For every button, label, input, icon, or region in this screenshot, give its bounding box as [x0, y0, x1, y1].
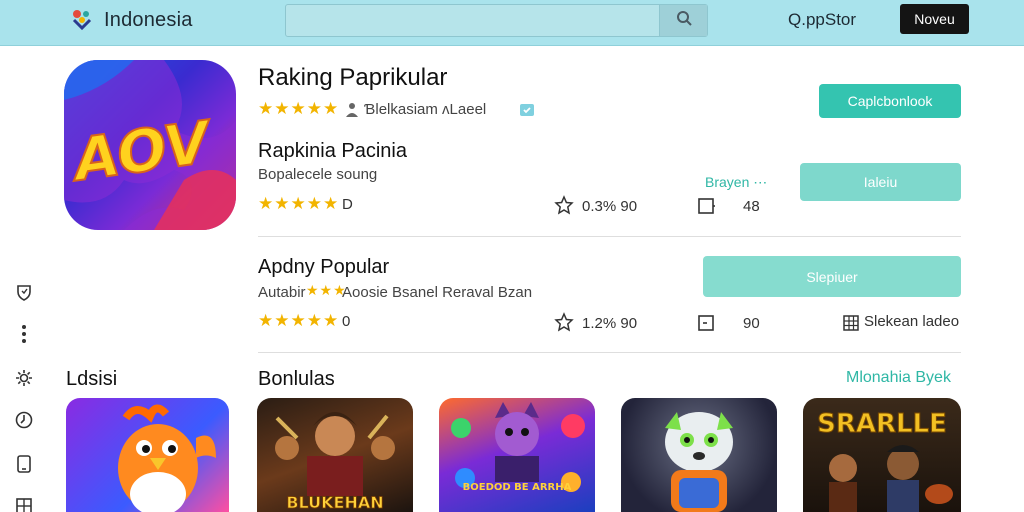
- row2-rating-value: 0: [342, 313, 351, 330]
- row1-stat1: 0.3% 90: [582, 198, 638, 215]
- app-store-link[interactable]: Q.ppStor: [788, 10, 856, 30]
- tablet-icon[interactable]: [12, 452, 36, 476]
- app-thumbnail[interactable]: BLUKEHAN: [257, 398, 413, 512]
- brand-name: Indonesia: [104, 8, 193, 31]
- row1-title[interactable]: Rapkinia Pacinia: [258, 140, 407, 163]
- row1-stat2: 48: [743, 198, 760, 215]
- row2-stat2: 90: [743, 315, 760, 332]
- search-input[interactable]: [285, 4, 708, 37]
- row2-rating-stars: ★★★★★: [258, 311, 340, 330]
- warrior-icon: BLUKEHAN: [275, 412, 395, 512]
- row1-rating-stars: ★★★★★: [258, 194, 340, 213]
- row1-subtitle: Bopalecele soung: [258, 166, 378, 183]
- grid-icon[interactable]: [12, 494, 36, 512]
- brand[interactable]: Indonesia: [68, 6, 193, 34]
- divider: [258, 236, 961, 237]
- download-icon: [696, 196, 716, 216]
- row1-rating-value: D: [342, 196, 353, 213]
- row2-subtitle-stars: ★★★: [306, 282, 347, 298]
- thumbnail-title: BOEDOD BE ARRHA: [463, 482, 572, 493]
- left-section-label: Ldsisi: [66, 368, 118, 390]
- featured-app-icon[interactable]: AOV: [64, 60, 236, 230]
- search-button[interactable]: [659, 5, 707, 36]
- row2-button[interactable]: Slepiuer: [703, 256, 961, 297]
- top-bar: Indonesia Q.ppStor Noveu: [0, 0, 1024, 46]
- app-thumbnail[interactable]: [621, 398, 777, 512]
- app-thumbnail[interactable]: BOEDOD BE ARRHA: [439, 398, 595, 512]
- featured-rating-stars: ★★★★★: [258, 99, 340, 118]
- divider: [258, 352, 961, 353]
- header-action-button[interactable]: Noveu: [900, 4, 969, 34]
- bird-mascot-icon: [118, 404, 216, 512]
- row2-subtitle-text: Aoosie Bsanel Reraval Bzan: [342, 284, 533, 301]
- section-more-link[interactable]: Mlonahia Byek: [846, 369, 951, 387]
- cat-hero-icon: BOEDOD BE ARRHA: [451, 402, 585, 493]
- person-icon: [342, 100, 362, 120]
- pirate-crew-icon: SRARLLE: [817, 409, 953, 512]
- row2-subtitle-prefix: Autabir: [258, 284, 306, 301]
- row1-link[interactable]: Brayen ⋯: [705, 174, 767, 191]
- row2-title[interactable]: Apdny Popular: [258, 256, 389, 279]
- star-outline-icon: [554, 195, 574, 215]
- app-thumbnail[interactable]: [66, 398, 229, 512]
- row2-stat1: 1.2% 90: [582, 315, 638, 332]
- brand-logo-icon: [68, 6, 96, 34]
- shield-icon[interactable]: [12, 280, 36, 304]
- row2-extra: Slekean ladeo: [864, 313, 960, 330]
- download-icon: [696, 313, 716, 333]
- more-vertical-icon[interactable]: [12, 322, 36, 346]
- section-title: Bonlulas: [258, 368, 335, 390]
- yeti-mascot-icon: [665, 412, 733, 512]
- app-thumbnail[interactable]: SRARLLE: [803, 398, 961, 512]
- row1-button[interactable]: Ialeiu: [800, 163, 961, 201]
- search-icon: [676, 10, 692, 31]
- history-icon[interactable]: [12, 408, 36, 432]
- thumbnail-title: SRARLLE: [817, 409, 947, 439]
- grid-icon: [841, 313, 861, 333]
- star-outline-icon: [554, 312, 574, 332]
- badge-icon: [517, 100, 537, 120]
- settings-icon[interactable]: [12, 366, 36, 390]
- featured-rating-meta: Ɓlelkasiam ᴧLaeel: [364, 101, 487, 118]
- featured-primary-button[interactable]: Caplcbonlook: [819, 84, 961, 118]
- thumbnail-title: BLUKEHAN: [286, 493, 383, 512]
- featured-title: Raking Paprikular: [258, 64, 448, 91]
